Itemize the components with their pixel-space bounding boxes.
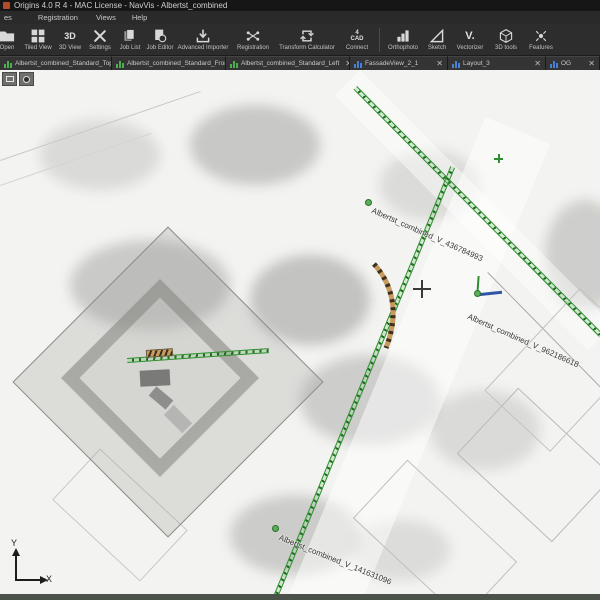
tab-standard-left[interactable]: Albertst_combined_Standard_Left ✕ bbox=[226, 56, 350, 70]
3d-view-icon: 3D bbox=[64, 28, 76, 44]
connect-button[interactable]: 4CAD Connect bbox=[339, 24, 375, 55]
features-button[interactable]: Features bbox=[524, 24, 558, 55]
transform-loop-icon bbox=[299, 28, 315, 44]
sphere-icon bbox=[23, 76, 30, 83]
cube-icon bbox=[498, 28, 514, 44]
folder-open-icon bbox=[0, 28, 16, 44]
standard-view-icon bbox=[230, 60, 238, 68]
y-axis-arrow-icon bbox=[12, 548, 20, 556]
scanpoint[interactable] bbox=[474, 290, 481, 297]
monitor-icon bbox=[6, 76, 14, 82]
orthophoto-icon bbox=[395, 28, 411, 44]
menu-item-es[interactable]: es bbox=[2, 13, 14, 22]
import-arrow-icon bbox=[195, 28, 211, 44]
layout-view-icon bbox=[550, 60, 558, 68]
menu-item-views[interactable]: Views bbox=[94, 13, 118, 22]
close-icon[interactable]: ✕ bbox=[433, 59, 443, 68]
window-title: Origins 4.0 R 4 - MAC License - NavVis -… bbox=[14, 1, 227, 10]
pointcloud-viewport[interactable]: Albertst_combined_V_436784993 Albertst_c… bbox=[0, 70, 600, 594]
canvas-view-button-2[interactable] bbox=[19, 72, 34, 86]
tab-layout-3[interactable]: Layout_3 ✕ bbox=[448, 56, 546, 70]
scanpoint[interactable] bbox=[272, 525, 279, 532]
transform-calculator-button[interactable]: Transform Calculator bbox=[275, 24, 339, 55]
3d-view-button[interactable]: 3D 3D View bbox=[55, 24, 85, 55]
registration-button[interactable]: Registration bbox=[231, 24, 275, 55]
main-toolbar: Open Tiled View 3D 3D View Settings Job … bbox=[0, 24, 600, 56]
tiled-view-icon bbox=[30, 28, 46, 44]
menu-bar: es Registration Views Help bbox=[0, 11, 600, 24]
layout-view-icon bbox=[452, 60, 460, 68]
building-structure bbox=[140, 369, 171, 387]
tab-fassadeview[interactable]: FassadeView_2_1 ✕ bbox=[350, 56, 448, 70]
x-axis-label: X bbox=[46, 574, 52, 584]
orthophoto-button[interactable]: Orthophoto bbox=[384, 24, 422, 55]
pointcloud-blob bbox=[40, 120, 160, 190]
close-icon[interactable]: ✕ bbox=[531, 59, 541, 68]
settings-icon bbox=[92, 28, 108, 44]
job-editor-icon bbox=[152, 28, 168, 44]
standard-view-icon bbox=[116, 60, 124, 68]
registration-nodes-icon bbox=[245, 28, 261, 44]
window-bottom-strip bbox=[0, 594, 600, 600]
settings-button[interactable]: Settings bbox=[85, 24, 115, 55]
scanpoint[interactable] bbox=[365, 199, 372, 206]
axis-indicator: Y X bbox=[8, 546, 52, 590]
pointcloud-blob bbox=[190, 105, 320, 185]
sketch-triangle-icon bbox=[429, 28, 445, 44]
window-titlebar: Origins 4.0 R 4 - MAC License - NavVis -… bbox=[0, 0, 600, 11]
y-axis-line bbox=[15, 555, 17, 581]
trajectory-endpoint-icon bbox=[498, 154, 500, 163]
vectorizer-button[interactable]: V. Vectorizer bbox=[452, 24, 488, 55]
3d-tools-button[interactable]: 3D tools bbox=[488, 24, 524, 55]
advanced-importer-button[interactable]: Advanced Importer bbox=[175, 24, 231, 55]
x-axis-line bbox=[15, 579, 41, 581]
cad-connect-icon: 4CAD bbox=[351, 28, 364, 44]
y-axis-label: Y bbox=[11, 538, 17, 548]
open-button[interactable]: Open bbox=[0, 24, 21, 55]
menu-item-help[interactable]: Help bbox=[130, 13, 149, 22]
tab-standard-front[interactable]: Albertst_combined_Standard_Front ✕ bbox=[112, 56, 226, 70]
crosshair-cursor bbox=[421, 280, 423, 298]
close-icon[interactable]: ✕ bbox=[585, 59, 595, 68]
job-editor-button[interactable]: Job Editor bbox=[145, 24, 175, 55]
layout-view-icon bbox=[354, 60, 362, 68]
tab-standard-top[interactable]: Albertst_combined_Standard_Top ✕ bbox=[0, 56, 112, 70]
standard-view-icon bbox=[4, 60, 12, 68]
close-icon[interactable]: ✕ bbox=[342, 59, 350, 68]
canvas-view-button-1[interactable] bbox=[2, 72, 17, 86]
tab-og[interactable]: OG ✕ bbox=[546, 56, 600, 70]
features-icon bbox=[533, 28, 549, 44]
job-list-button[interactable]: Job List bbox=[115, 24, 145, 55]
vectorizer-icon: V. bbox=[465, 28, 474, 44]
tiled-view-button[interactable]: Tiled View bbox=[21, 24, 55, 55]
view-tabbar: Albertst_combined_Standard_Top ✕ Alberts… bbox=[0, 56, 600, 70]
toolbar-separator bbox=[379, 28, 380, 52]
job-list-icon bbox=[122, 28, 138, 44]
menu-item-registration[interactable]: Registration bbox=[36, 13, 80, 22]
sketch-button[interactable]: Sketch bbox=[422, 24, 452, 55]
app-icon bbox=[3, 2, 10, 9]
